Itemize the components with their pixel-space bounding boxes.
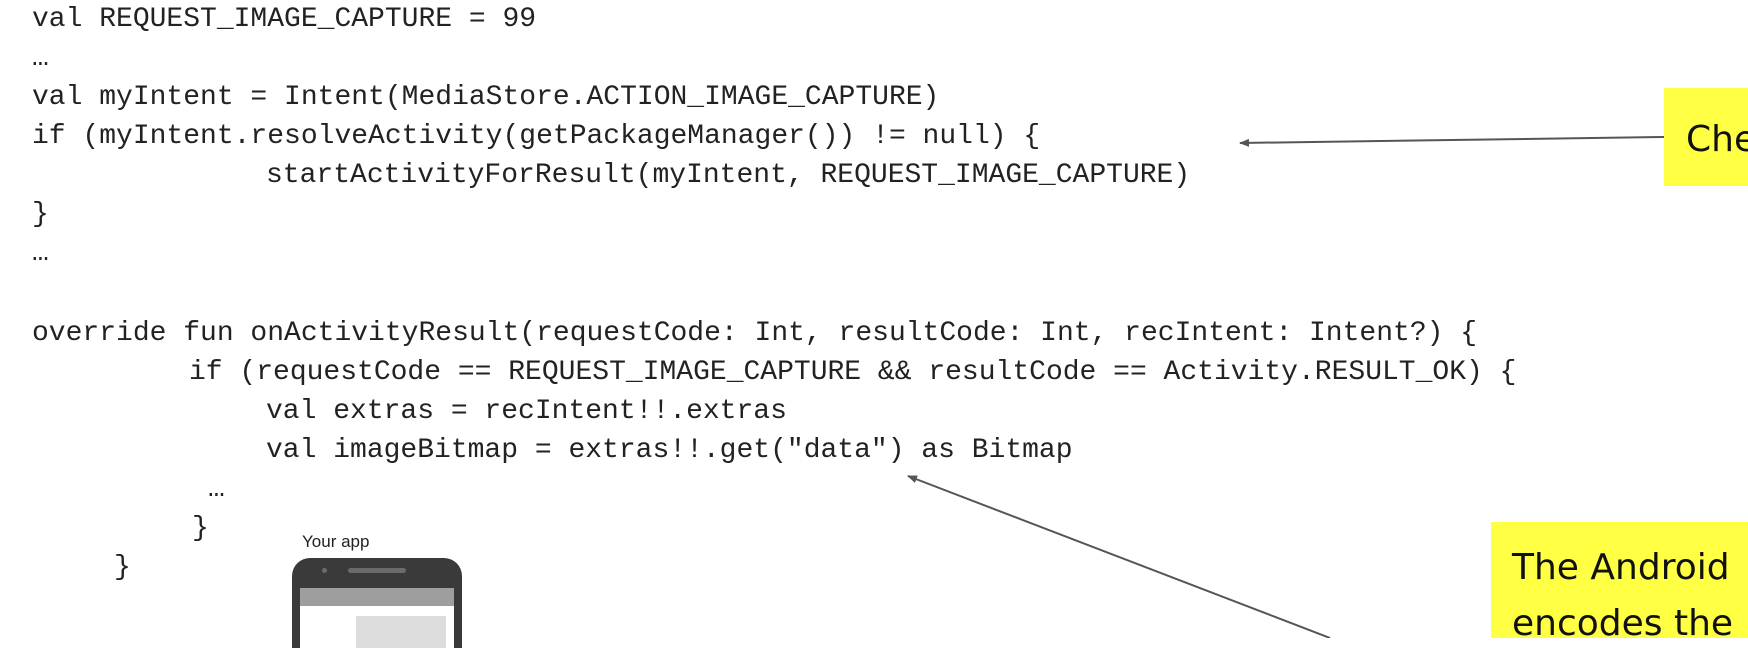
arrow-to-get-data [907,475,1331,638]
callout-android: The Android encodes the [1491,522,1748,638]
phone-screen [300,588,454,648]
arrow-to-resolve-activity [1239,136,1665,147]
phone-label: Your app [302,532,370,551]
phone-speaker-icon [348,568,406,573]
phone-camera-icon [322,568,327,573]
annotation-arrows [907,136,1665,638]
phone-status-bar [300,588,454,606]
phone-content-block [356,616,446,648]
phone-illustration [292,558,462,648]
callout-check: Che [1664,88,1748,186]
